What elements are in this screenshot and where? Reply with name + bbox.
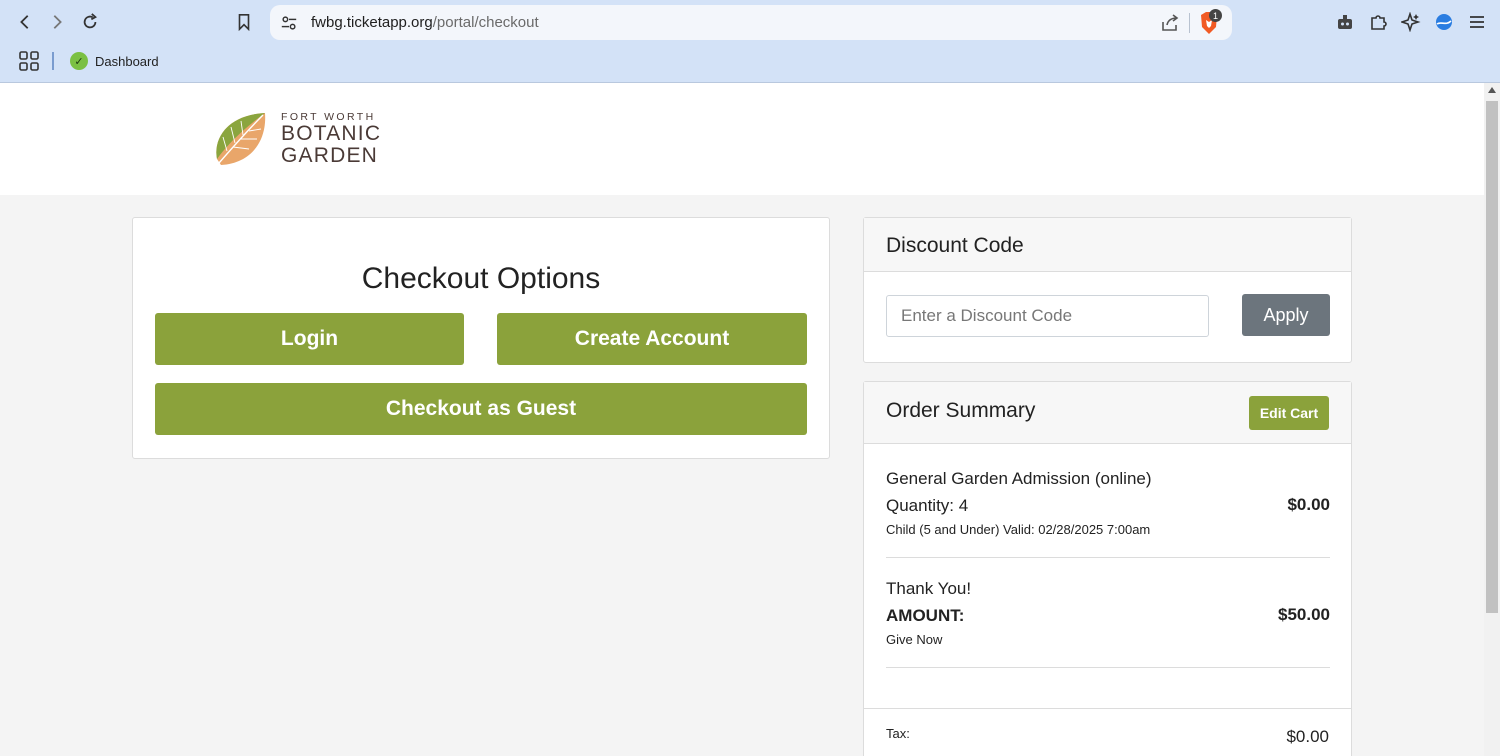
url-text[interactable]: fwbg.ticketapp.org/portal/checkout <box>311 14 539 31</box>
bookmark-dashboard[interactable]: ✓ Dashboard <box>70 50 159 72</box>
item-name: General Garden Admission (online) <box>886 469 1152 488</box>
site-settings-icon[interactable] <box>280 14 298 32</box>
give-now-link[interactable]: Give Now <box>886 632 1330 647</box>
page-content: FORT WORTH BOTANIC GARDEN Checkout Optio… <box>0 83 1484 756</box>
ai-sparkle-icon[interactable] <box>1400 11 1422 33</box>
shields-badge: 1 <box>1209 9 1222 22</box>
back-icon[interactable] <box>12 9 38 35</box>
checkout-options-card: Checkout Options Login Create Account Ch… <box>132 217 830 459</box>
browser-toolbar: fwbg.ticketapp.org/portal/checkout 1 ✓ D… <box>0 0 1500 83</box>
order-summary-title: Order Summary <box>886 399 1036 422</box>
create-account-button[interactable]: Create Account <box>497 313 807 365</box>
item-name: Thank You! <box>886 579 972 598</box>
divider <box>886 557 1330 558</box>
discount-header: Discount Code <box>864 218 1351 272</box>
item-amount-label: AMOUNT: <box>886 606 965 625</box>
site-header: FORT WORTH BOTANIC GARDEN <box>0 83 1484 195</box>
menu-icon[interactable] <box>1466 11 1488 33</box>
share-icon[interactable] <box>1160 13 1180 33</box>
discount-title: Discount Code <box>886 234 1024 257</box>
reload-icon[interactable] <box>77 9 103 35</box>
scrollbar-thumb[interactable] <box>1486 101 1498 613</box>
vpn-globe-icon[interactable] <box>1433 11 1455 33</box>
line-item: Thank You! AMOUNT: Give Now $50.00 <box>886 579 1330 647</box>
checkout-as-guest-button[interactable]: Checkout as Guest <box>155 383 807 435</box>
summary-header: Order Summary Edit Cart <box>864 382 1351 444</box>
item-quantity: Quantity: 4 <box>886 496 969 515</box>
login-button[interactable]: Login <box>155 313 464 365</box>
brave-shields-icon[interactable]: 1 <box>1198 9 1222 35</box>
discount-code-card: Discount Code Enter a Discount Code Appl… <box>863 217 1352 363</box>
line-item: General Garden Admission (online) Quanti… <box>886 469 1330 537</box>
address-divider <box>1189 13 1190 33</box>
item-detail: Child (5 and Under) Valid: 02/28/2025 7:… <box>886 522 1151 537</box>
edit-cart-button[interactable]: Edit Cart <box>1249 396 1329 430</box>
extension-robot-icon[interactable] <box>1334 11 1356 33</box>
apps-grid-icon[interactable] <box>18 50 40 72</box>
leaf-logo-icon <box>216 113 266 165</box>
tax-value: $0.00 <box>1286 727 1329 746</box>
bookmark-icon[interactable] <box>231 9 257 35</box>
divider <box>886 667 1330 668</box>
scroll-up-arrow-icon[interactable] <box>1488 87 1496 93</box>
bookmarks-bar: ✓ Dashboard <box>0 46 1500 76</box>
page-scrollbar[interactable] <box>1484 83 1500 756</box>
extensions-puzzle-icon[interactable] <box>1367 11 1389 33</box>
botanic-garden-logo[interactable]: FORT WORTH BOTANIC GARDEN <box>213 109 388 169</box>
item-price: $0.00 <box>1287 495 1330 514</box>
dashboard-favicon-icon: ✓ <box>70 52 88 70</box>
checkout-title: Checkout Options <box>361 262 601 295</box>
bookmark-label: Dashboard <box>95 53 159 69</box>
logo-text: FORT WORTH BOTANIC GARDEN <box>281 111 382 167</box>
bookmarks-separator <box>52 52 54 70</box>
address-bar[interactable]: fwbg.ticketapp.org/portal/checkout 1 <box>270 5 1232 40</box>
discount-code-input[interactable]: Enter a Discount Code <box>886 295 1209 337</box>
apply-button[interactable]: Apply <box>1242 294 1330 336</box>
item-price: $50.00 <box>1278 605 1330 624</box>
tax-label: Tax: <box>886 726 910 741</box>
order-summary-card: Order Summary Edit Cart General Garden A… <box>863 381 1352 756</box>
tax-row: Tax: $0.00 <box>864 708 1351 756</box>
forward-icon[interactable] <box>44 9 70 35</box>
